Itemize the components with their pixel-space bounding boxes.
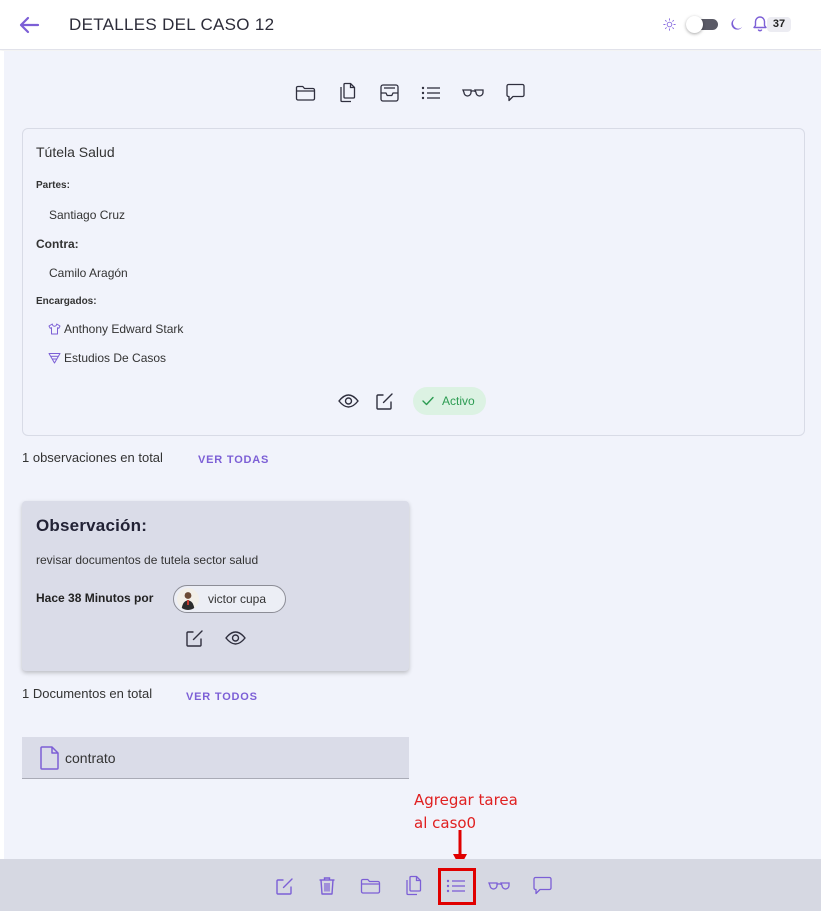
documents-icon[interactable]	[336, 82, 358, 104]
check-icon	[422, 396, 434, 406]
observation-title: Observación:	[36, 516, 148, 535]
eye-icon[interactable]	[224, 627, 246, 649]
avatar	[177, 588, 199, 610]
trash-icon[interactable]	[316, 875, 338, 897]
encargado-name: Estudios De Casos	[64, 351, 167, 365]
document-name: contrato	[65, 749, 116, 766]
sun-icon	[663, 18, 676, 31]
edit-icon[interactable]	[183, 627, 205, 649]
task-list-icon[interactable]	[420, 82, 442, 104]
page-title: DETALLES DEL CASO 12	[69, 15, 275, 34]
back-arrow-icon[interactable]	[18, 15, 40, 35]
encargado-item: Anthony Edward Stark	[48, 322, 183, 336]
notification-count-badge: 37	[767, 17, 791, 32]
observation-text: revisar documentos de tutela sector salu…	[36, 553, 259, 567]
observations-summary: 1 observaciones en total	[22, 450, 163, 465]
observation-actions	[183, 627, 246, 649]
ver-todas-link[interactable]: VER TODAS	[198, 454, 269, 466]
file-icon	[39, 745, 61, 771]
documents-icon[interactable]	[402, 875, 424, 897]
bell-icon[interactable]	[752, 15, 768, 33]
eye-icon[interactable]	[337, 390, 359, 412]
status-label: Activo	[442, 394, 475, 408]
edit-icon[interactable]	[273, 875, 295, 897]
inbox-icon[interactable]	[378, 82, 400, 104]
contra-value: Camilo Aragón	[49, 266, 128, 280]
case-title: Tútela Salud	[36, 144, 115, 160]
observation-meta: Hace 38 Minutos por	[36, 591, 154, 605]
ver-todos-link[interactable]: VER TODOS	[186, 691, 258, 703]
glasses-icon[interactable]	[488, 875, 510, 897]
status-badge: Activo	[413, 387, 486, 415]
edit-icon[interactable]	[373, 390, 395, 412]
document-row[interactable]: contrato	[22, 737, 409, 779]
partes-label: Partes:	[36, 180, 70, 191]
encargado-name: Anthony Edward Stark	[64, 322, 184, 336]
user-chip[interactable]: victor cupa	[173, 585, 286, 613]
case-details-card: Tútela Salud Partes: Santiago Cruz Contr…	[22, 128, 805, 436]
encargado-item: Estudios De Casos	[48, 351, 166, 365]
contra-label: Contra:	[36, 237, 79, 251]
bottom-toolbar	[0, 859, 821, 911]
case-toolbar	[294, 82, 526, 106]
encargados-label: Encargados:	[36, 296, 97, 307]
user-name: victor cupa	[208, 592, 267, 606]
toggle-knob	[686, 16, 703, 33]
folder-icon[interactable]	[294, 82, 316, 104]
folder-icon[interactable]	[359, 875, 381, 897]
comment-icon[interactable]	[531, 875, 553, 897]
layers-icon	[48, 352, 61, 364]
annotation-highlight-box	[438, 868, 476, 905]
annotation-text: Agregar tarea al caso0	[414, 791, 518, 832]
app-header: DETALLES DEL CASO 12 37	[0, 0, 821, 50]
shirt-icon	[48, 323, 61, 335]
case-actions: Activo	[337, 387, 486, 415]
partes-value: Santiago Cruz	[49, 208, 126, 222]
moon-icon	[730, 17, 743, 31]
glasses-icon[interactable]	[462, 82, 484, 104]
comment-icon[interactable]	[504, 82, 526, 104]
documents-summary: 1 Documentos en total	[22, 686, 153, 701]
observation-card: Observación: revisar documentos de tutel…	[22, 501, 409, 671]
theme-toggle[interactable]	[686, 16, 720, 33]
